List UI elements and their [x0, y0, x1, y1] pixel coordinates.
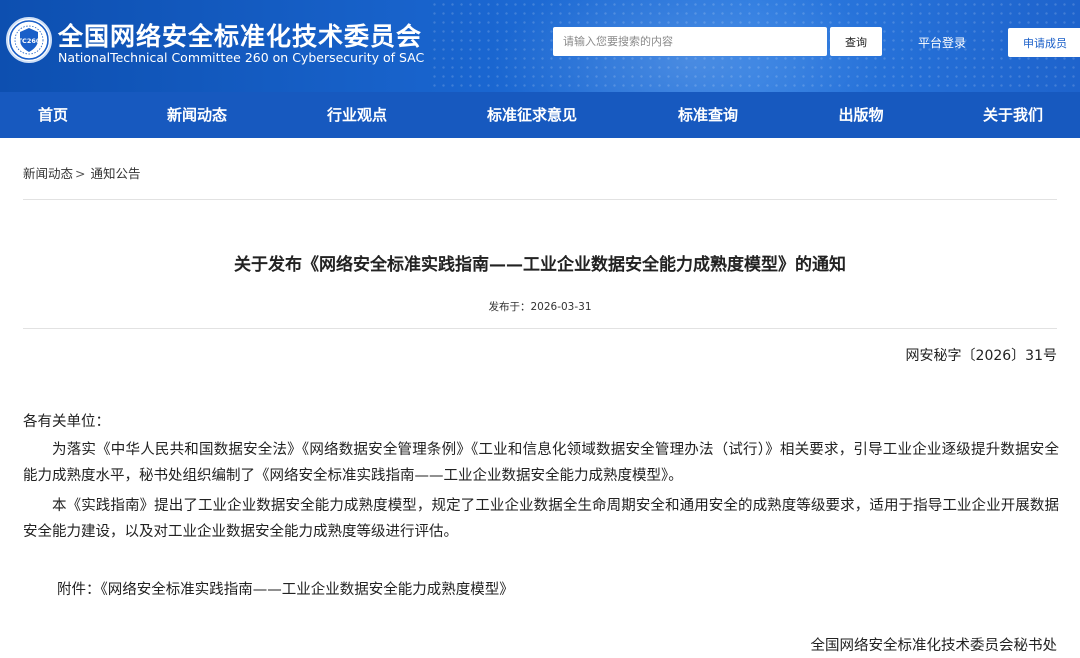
tc260-logo-icon: TC260 — [9, 20, 49, 60]
nav-item-publications[interactable]: 出版物 — [838, 92, 883, 138]
attachment-link[interactable]: 附件：《网络安全标准实践指南——工业企业数据安全能力成熟度模型》 — [57, 578, 514, 599]
nav-item-standard-comments[interactable]: 标准征求意见 — [487, 92, 577, 138]
breadcrumb-news[interactable]: 新闻动态 — [23, 166, 73, 181]
site-header: TC260 全国网络安全标准化技术委员会 NationalTechnical C… — [0, 0, 1080, 92]
site-title[interactable]: 全国网络安全标准化技术委员会 — [58, 17, 422, 53]
site-subtitle: NationalTechnical Committee 260 on Cyber… — [58, 50, 425, 65]
article-title: 关于发布《网络安全标准实践指南——工业企业数据安全能力成熟度模型》的通知 — [234, 255, 846, 275]
signature: 全国网络安全标准化技术委员会秘书处 — [810, 638, 1058, 654]
search-input[interactable] — [553, 27, 827, 56]
nav-item-about-us[interactable]: 关于我们 — [983, 92, 1043, 138]
article-paragraph: 为落实《中华人民共和国数据安全法》《网络数据安全管理条例》《工业和信息化领域数据… — [23, 442, 1059, 484]
nav-item-standard-query[interactable]: 标准查询 — [678, 92, 738, 138]
document-number: 网安秘字〔2026〕31号 — [905, 348, 1057, 364]
breadcrumb: 新闻动态 > 通知公告 — [23, 163, 141, 182]
platform-login-link[interactable]: 平台登录 — [918, 34, 966, 51]
tc260-logo[interactable]: TC260 — [6, 17, 52, 63]
main-nav: 首页 新闻动态 行业观点 标准征求意见 标准查询 出版物 关于我们 — [0, 92, 1080, 138]
apply-member-button[interactable]: 申请成员 — [1008, 28, 1080, 57]
breadcrumb-notices[interactable]: 通知公告 — [91, 166, 141, 181]
publish-date: 发布于：2026-03-31 — [488, 301, 592, 313]
breadcrumb-separator: > — [75, 166, 86, 181]
article-paragraph: 本《实践指南》提出了工业企业数据安全能力成熟度模型，规定了工业企业数据全生命周期… — [23, 498, 1059, 540]
logo-text: TC260 — [18, 37, 41, 45]
salutation: 各有关单位： — [23, 414, 110, 430]
search-button[interactable]: 查询 — [830, 27, 882, 56]
nav-item-home[interactable]: 首页 — [38, 92, 68, 138]
nav-item-industry-views[interactable]: 行业观点 — [327, 92, 387, 138]
divider — [23, 328, 1057, 329]
divider — [23, 199, 1057, 200]
nav-item-news[interactable]: 新闻动态 — [167, 92, 227, 138]
